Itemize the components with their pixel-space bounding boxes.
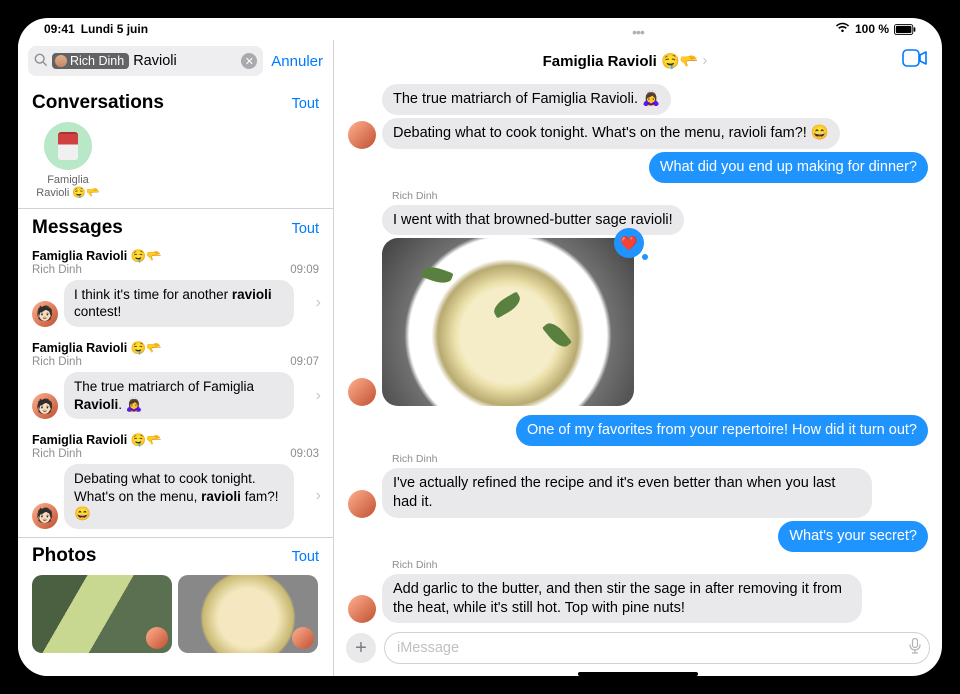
home-indicator[interactable]: [578, 672, 698, 676]
message-bubble[interactable]: One of my favorites from your repertoire…: [516, 415, 928, 446]
message-bubble[interactable]: I've actually refined the recipe and it'…: [382, 468, 872, 518]
message-bubble[interactable]: Add garlic to the butter, and then stir …: [382, 574, 862, 624]
conversations-heading: Conversations: [32, 92, 164, 114]
result-sender: Rich Dinh: [32, 448, 82, 460]
search-token[interactable]: Rich Dinh: [52, 53, 129, 69]
photo-result[interactable]: [178, 575, 318, 653]
compose-field[interactable]: [384, 632, 930, 664]
add-attachment-button[interactable]: +: [346, 633, 376, 663]
battery-icon: [894, 24, 916, 35]
conversation-result[interactable]: Famiglia Ravioli 🤤🫳: [32, 122, 104, 200]
photos-all-link[interactable]: Tout: [292, 549, 319, 565]
result-preview: The true matriarch of Famiglia Ravioli. …: [64, 372, 294, 419]
message-bubble[interactable]: What's your secret?: [778, 521, 928, 552]
result-time: 09:03: [290, 448, 325, 460]
conversations-all-link[interactable]: Tout: [292, 96, 319, 112]
message-bubble[interactable]: Debating what to cook tonight. What's on…: [382, 118, 840, 149]
avatar: 🧑🏻: [32, 393, 58, 419]
result-group: Famiglia Ravioli 🤤🫳: [32, 249, 162, 264]
compose-input[interactable]: [397, 640, 909, 656]
message-image[interactable]: ❤️: [382, 238, 634, 406]
avatar: [348, 490, 376, 518]
avatar: [292, 627, 314, 649]
conversation-name-1: Famiglia: [32, 174, 104, 187]
result-time: 09:09: [290, 264, 325, 276]
result-time: 09:07: [290, 356, 325, 368]
photos-heading: Photos: [32, 545, 96, 567]
status-date: Lundi 5 juin: [81, 22, 148, 36]
heart-reaction[interactable]: ❤️: [614, 228, 644, 258]
search-icon: [34, 53, 48, 70]
search-input[interactable]: Rich Dinh Ravioli ✕: [28, 46, 263, 76]
message-result[interactable]: Famiglia Ravioli 🤤🫳 Rich Dinh 09:03 🧑🏻 D…: [18, 427, 333, 537]
result-group: Famiglia Ravioli 🤤🫳: [32, 341, 162, 356]
avatar: 🧑🏻: [32, 503, 58, 529]
dictate-icon[interactable]: [909, 638, 921, 658]
message-bubble[interactable]: The true matriarch of Famiglia Ravioli. …: [382, 84, 671, 115]
avatar: 🧑🏻: [32, 301, 58, 327]
person-icon: [55, 55, 67, 67]
message-result[interactable]: Famiglia Ravioli 🤤🫳 Rich Dinh 09:09 🧑🏻 I…: [18, 243, 333, 335]
multitask-dots-icon[interactable]: •••: [632, 24, 644, 40]
sender-label: Rich Dinh: [382, 453, 872, 465]
clear-search-button[interactable]: ✕: [241, 53, 257, 69]
chat-title-label: Famiglia Ravioli 🤤🫳: [543, 52, 699, 70]
facetime-button[interactable]: [902, 49, 928, 72]
result-sender: Rich Dinh: [32, 264, 82, 276]
battery-percent: 100 %: [855, 22, 889, 36]
result-sender: Rich Dinh: [32, 356, 82, 368]
message-list[interactable]: The true matriarch of Famiglia Ravioli. …: [334, 82, 942, 626]
message-bubble[interactable]: What did you end up making for dinner?: [649, 152, 928, 183]
avatar: [44, 122, 92, 170]
avatar: [348, 121, 376, 149]
photo-result[interactable]: [32, 575, 172, 653]
sender-label: Rich Dinh: [382, 559, 862, 571]
result-group: Famiglia Ravioli 🤤🫳: [32, 433, 162, 448]
chevron-right-icon: ›: [316, 487, 325, 505]
result-preview: Debating what to cook tonight. What's on…: [64, 464, 294, 529]
search-token-label: Rich Dinh: [70, 54, 124, 68]
search-query[interactable]: Ravioli: [133, 53, 237, 69]
chevron-right-icon: ›: [316, 294, 325, 312]
avatar: [146, 627, 168, 649]
wifi-icon: [835, 22, 850, 36]
avatar: [348, 378, 376, 406]
message-result[interactable]: Famiglia Ravioli 🤤🫳 Rich Dinh 09:07 🧑🏻 T…: [18, 335, 333, 427]
status-bar: 09:41 Lundi 5 juin 100 %: [18, 18, 942, 40]
cancel-button[interactable]: Annuler: [271, 53, 323, 70]
messages-all-link[interactable]: Tout: [292, 221, 319, 237]
chat-title[interactable]: Famiglia Ravioli 🤤🫳 ›: [543, 52, 708, 70]
chevron-right-icon: ›: [702, 52, 707, 69]
avatar: [348, 595, 376, 623]
chevron-right-icon: ›: [316, 387, 325, 405]
result-preview: I think it's time for another ravioli co…: [64, 280, 294, 327]
conversation-name-2: Ravioli 🤤🫳: [32, 187, 104, 200]
sender-label: Rich Dinh: [382, 190, 684, 202]
status-time: 09:41: [44, 22, 75, 36]
messages-heading: Messages: [32, 217, 123, 239]
